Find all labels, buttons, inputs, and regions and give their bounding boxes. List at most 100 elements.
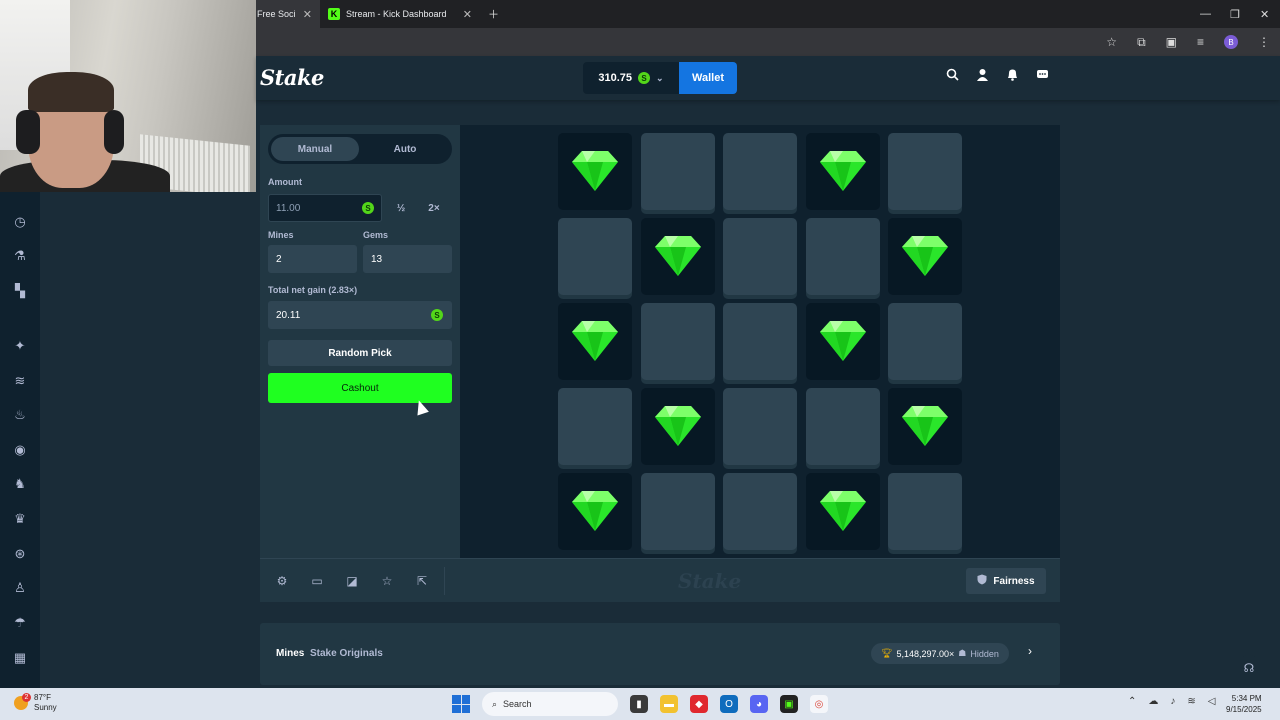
shield-icon <box>977 574 987 588</box>
random-pick-button[interactable]: Random Pick <box>268 340 452 366</box>
taskbar-search[interactable]: ⌕ Search <box>482 692 618 716</box>
stake-logo[interactable]: Stake <box>260 65 324 90</box>
currency-coin-icon: S <box>431 309 443 321</box>
tile-gem <box>805 303 880 380</box>
tile-gem <box>558 303 632 380</box>
settings-gear-icon[interactable]: ⚙ <box>275 574 289 588</box>
game-shows-icon[interactable]: ♙ <box>12 580 28 596</box>
taskbar-apps: ⌕ Search ▮ ▬ ◆ O ◕ ▣ ◎ <box>452 692 828 716</box>
search-icon[interactable] <box>944 68 960 86</box>
tab-manual[interactable]: Manual <box>271 137 359 161</box>
originals-icon[interactable]: ≋ <box>12 373 28 389</box>
menu-kebab-icon[interactable]: ⋮ <box>1258 35 1270 49</box>
minimize-icon[interactable]: — <box>1200 0 1211 28</box>
slots-coin-icon[interactable]: ◉ <box>12 442 28 458</box>
game-info-bar[interactable]: Mines Stake Originals 🏆︎ 5,148,297.00× ☗… <box>260 623 1060 685</box>
app-diamond-icon[interactable]: ◆ <box>690 695 708 713</box>
net-gain-field: 20.11 S <box>268 301 452 329</box>
net-gain-label: Total net gain (2.83×) <box>268 285 358 295</box>
bookmark-star-icon[interactable]: ☆ <box>1106 35 1117 49</box>
favourite-star-icon[interactable]: ☆ <box>380 574 394 588</box>
webcam-person-hair <box>28 72 114 112</box>
profile-avatar[interactable]: B <box>1224 35 1238 49</box>
restore-icon[interactable]: ❐ <box>1230 0 1240 28</box>
browser-address-bar[interactable]: ☆ ⧉ ▣ ≡ B ⋮ <box>256 28 1280 56</box>
hot-fire-icon[interactable]: ♨ <box>12 407 28 423</box>
chevron-right-icon[interactable]: › <box>1028 644 1032 658</box>
tile-hidden[interactable] <box>723 473 797 550</box>
tab-auto[interactable]: Auto <box>361 137 449 161</box>
tile-hidden[interactable] <box>723 218 797 295</box>
chrome-icon[interactable]: ◎ <box>810 695 828 713</box>
tile-hidden[interactable] <box>723 133 797 210</box>
sun-icon: 2 <box>14 693 31 710</box>
discord-icon[interactable]: ◕ <box>750 695 768 713</box>
tile-hidden[interactable] <box>640 133 715 210</box>
close-icon[interactable]: ✕ <box>455 8 480 21</box>
tile-hidden[interactable] <box>805 388 880 465</box>
browser-tab-free-social[interactable]: Free Social ✕ <box>256 0 320 28</box>
cloud-icon[interactable]: ☁ <box>1148 696 1158 707</box>
outlook-icon[interactable]: O <box>720 695 738 713</box>
extensions-icon[interactable]: ⧉ <box>1137 35 1146 50</box>
tile-hidden[interactable] <box>558 218 632 295</box>
all-games-grid-icon[interactable]: ▦ <box>12 650 28 666</box>
volume-icon[interactable]: ◁ <box>1208 696 1216 707</box>
balance-selector[interactable]: 310.75 S ⌄ <box>583 62 679 94</box>
tile-hidden[interactable] <box>640 473 715 550</box>
live-stats-chart-icon[interactable]: ◪ <box>345 574 359 588</box>
media-control-icon[interactable]: ≡ <box>1197 35 1204 49</box>
tile-hidden[interactable] <box>723 388 797 465</box>
new-tab-icon[interactable]: ＋ <box>488 0 499 28</box>
crown-icon[interactable]: ♛ <box>12 511 28 527</box>
live-casino-icon[interactable]: ♞ <box>12 476 28 492</box>
gems-label: Gems <box>363 230 389 240</box>
bell-icon[interactable] <box>1004 68 1020 86</box>
table-games-icon[interactable]: ☂ <box>12 615 28 631</box>
bet-amount-input[interactable]: 11.00 S <box>268 194 382 222</box>
left-sidebar: ◷ ⚗ ▚ ✦ ≋ ♨ ◉ ♞ ♛ ⊛ ♙ ☂ ▦ <box>0 192 40 688</box>
new-releases-sparkle-icon[interactable]: ✦ <box>12 338 28 354</box>
webcam-headphone-left <box>16 110 40 154</box>
microphone-icon[interactable]: ♪ <box>1170 696 1175 707</box>
chat-icon[interactable] <box>1034 68 1050 86</box>
challenges-flask-icon[interactable]: ⚗ <box>12 248 28 264</box>
browser-tab-kick-dashboard[interactable]: K Stream - Kick Dashboard ✕ <box>320 0 480 28</box>
gem-icon <box>572 321 618 361</box>
split-view-icon[interactable]: ▣ <box>1166 35 1177 49</box>
fairness-button[interactable]: Fairness <box>966 568 1046 594</box>
close-window-icon[interactable]: ✕ <box>1260 0 1269 28</box>
gem-icon <box>654 406 701 446</box>
wallet-button[interactable]: Wallet <box>679 62 737 94</box>
tile-hidden[interactable] <box>888 473 962 550</box>
tray-chevron-up-icon[interactable]: ⌃ <box>1128 696 1136 707</box>
gem-icon <box>902 406 948 446</box>
tile-hidden[interactable] <box>558 388 632 465</box>
tile-hidden[interactable] <box>888 303 962 380</box>
half-bet-button[interactable]: ½ <box>385 194 417 222</box>
windows-start-icon[interactable] <box>452 695 470 713</box>
roulette-icon[interactable]: ⊛ <box>12 546 28 562</box>
file-explorer-icon[interactable]: ▬ <box>660 695 678 713</box>
bets-ticket-icon[interactable]: ▚ <box>12 283 28 299</box>
popout-icon[interactable]: ⇱ <box>415 574 429 588</box>
tile-hidden[interactable] <box>640 303 715 380</box>
wifi-icon[interactable]: ≋ <box>1187 696 1195 707</box>
tile-gem <box>640 218 715 295</box>
weather-widget[interactable]: 2 87°F Sunny <box>14 693 57 713</box>
user-icon[interactable] <box>974 68 990 86</box>
balance-amount: 310.75 <box>598 72 633 84</box>
tile-hidden[interactable] <box>888 133 962 210</box>
live-support-headset-icon[interactable]: ☊ <box>1236 655 1262 681</box>
mines-count-field: 2 <box>268 245 357 273</box>
tile-hidden[interactable] <box>805 218 880 295</box>
task-view-icon[interactable]: ▮ <box>630 695 648 713</box>
close-icon[interactable]: ✕ <box>295 8 320 21</box>
game-subtitle: Stake Originals <box>310 648 383 659</box>
tile-hidden[interactable] <box>723 303 797 380</box>
recent-clock-icon[interactable]: ◷ <box>12 214 28 230</box>
streaming-app-icon[interactable]: ▣ <box>780 695 798 713</box>
theatre-mode-icon[interactable]: ▭ <box>310 574 324 588</box>
taskbar-clock[interactable]: 5:34 PM 9/15/2025 <box>1226 693 1262 715</box>
double-bet-button[interactable]: 2× <box>418 194 450 222</box>
